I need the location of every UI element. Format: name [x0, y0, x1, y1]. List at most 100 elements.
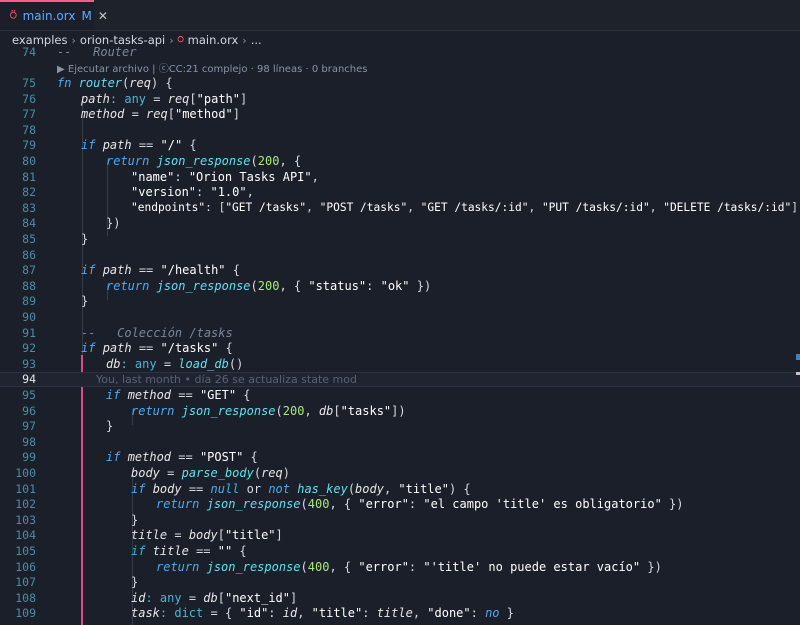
- line-code: return json_response(200, { "status": "o…: [106, 279, 431, 293]
- token: ,: [297, 606, 312, 621]
- code-line[interactable]: 95 if method == "GET" {: [0, 387, 800, 403]
- line-number: 84: [22, 216, 36, 231]
- code-line[interactable]: 77 method = req["method"]: [0, 106, 800, 122]
- token: "POST": [199, 450, 244, 465]
- token: {: [236, 387, 251, 402]
- code-line[interactable]: 92 if path == "/tasks" {: [0, 340, 800, 356]
- token: "title": [398, 481, 449, 496]
- code-line[interactable]: 83 "endpoints": ["GET /tasks", "POST /ta…: [0, 200, 800, 216]
- token: (: [275, 403, 283, 418]
- code-lens[interactable]: ▶ Ejecutar archivo | ⓒCC:21 complejo · 9…: [0, 60, 800, 76]
- code-line[interactable]: 84 }): [0, 216, 800, 232]
- token: =: [124, 107, 147, 122]
- token: "PUT /tasks/:id": [541, 201, 650, 215]
- code-line[interactable]: 103 }: [0, 512, 800, 528]
- code-line[interactable]: 74 -- Router: [0, 44, 800, 60]
- token: "method": [174, 107, 233, 122]
- token: :: [109, 91, 125, 106]
- close-icon[interactable]: ✕: [98, 9, 108, 23]
- token: , {: [279, 278, 309, 293]
- code-line[interactable]: 96 return json_response(200, db["tasks"]…: [0, 403, 800, 419]
- token: ==: [171, 450, 200, 465]
- token: has_key: [297, 481, 348, 496]
- current-line[interactable]: 94 You, last month • día 26 se actualiza…: [0, 371, 800, 388]
- line-number: 94: [22, 372, 36, 387]
- token: , {: [329, 497, 359, 512]
- code-line[interactable]: 106 return json_response(400, { "error":…: [0, 559, 800, 575]
- code-line[interactable]: 85 }: [0, 231, 800, 247]
- code-line[interactable]: 89 }: [0, 294, 800, 310]
- code-line[interactable]: 93 db: any = load_db(): [0, 356, 800, 372]
- scrollbar-marker[interactable]: [796, 354, 800, 360]
- token: (: [253, 465, 262, 480]
- code-line[interactable]: 105 if title == "" {: [0, 543, 800, 559]
- line-code: "endpoints": ["GET /tasks", "POST /tasks…: [131, 201, 798, 214]
- code-line[interactable]: 98: [0, 434, 800, 450]
- code-line[interactable]: 81 "name": "Orion Tasks API",: [0, 169, 800, 185]
- code-line[interactable]: 79 if path == "/" {: [0, 138, 800, 154]
- code-line[interactable]: 88 return json_response(200, { "status":…: [0, 278, 800, 294]
- code-line[interactable]: 99 if method == "POST" {: [0, 450, 800, 466]
- token: title: [131, 528, 168, 543]
- code-lens-text[interactable]: ▶ Ejecutar archivo | ⓒCC:21 complejo · 9…: [57, 60, 367, 75]
- token: ,: [311, 169, 319, 184]
- line-code: -- Router: [57, 44, 137, 59]
- code-line[interactable]: 90: [0, 309, 800, 325]
- code-line[interactable]: 91 -- Colección /tasks: [0, 325, 800, 341]
- token: =: [159, 465, 182, 480]
- line-number: 82: [22, 185, 36, 200]
- code-line[interactable]: 100 body = parse_body(req): [0, 465, 800, 481]
- token: ==: [188, 543, 218, 558]
- token: ]: [275, 528, 283, 543]
- code-line[interactable]: 101 if body == null or not has_key(body,…: [0, 481, 800, 497]
- token: , {: [329, 559, 359, 574]
- code-editor[interactable]: 74 -- Router ▶ Ejecutar archivo | ⓒCC:21…: [0, 44, 800, 625]
- line-code: body = parse_body(req): [131, 466, 290, 480]
- code-line[interactable]: 80 return json_response(200, {: [0, 153, 800, 169]
- code-line[interactable]: 86: [0, 247, 800, 263]
- token: return: [156, 559, 200, 574]
- line-code: }: [131, 575, 139, 590]
- code-line[interactable]: 97 }: [0, 418, 800, 434]
- token: "/tasks": [160, 341, 219, 356]
- code-line[interactable]: 109 task: dict = { "id": id, "title": ti…: [0, 606, 800, 622]
- token: =: [181, 590, 204, 605]
- token: [: [217, 590, 225, 605]
- token: ]: [232, 107, 240, 122]
- code-line[interactable]: 87 if path == "/health" {: [0, 262, 800, 278]
- code-line[interactable]: 78: [0, 122, 800, 138]
- token: db: [203, 590, 218, 605]
- code-line[interactable]: 108 id: any = db["next_id"]: [0, 590, 800, 606]
- line-code: return json_response(200, db["tasks"]): [131, 404, 406, 418]
- line-number: 86: [22, 247, 36, 262]
- scrollbar-marker[interactable]: [796, 372, 800, 375]
- token: :: [120, 356, 135, 371]
- code-line[interactable]: 75 fn router(req) {: [0, 75, 800, 91]
- token: ) {: [150, 75, 173, 90]
- line-number: 98: [22, 434, 36, 449]
- token: parse_body: [181, 465, 254, 480]
- token: ,: [304, 403, 319, 418]
- code-line[interactable]: 82 "version": "1.0",: [0, 184, 800, 200]
- token: {: [243, 450, 258, 465]
- orx-file-icon: ⍥: [10, 9, 17, 22]
- code-line[interactable]: 76 path: any = req["path"]: [0, 91, 800, 107]
- token: if: [131, 481, 146, 496]
- token: (): [228, 356, 244, 371]
- tab-main-orx[interactable]: ⍥ main.orx M ✕: [0, 0, 108, 30]
- line-number: 103: [15, 512, 36, 527]
- code-line[interactable]: 104 title = body["title"]: [0, 528, 800, 544]
- token: method: [127, 450, 172, 465]
- token: "/": [160, 138, 183, 153]
- token: =: [156, 356, 179, 371]
- token: fn: [57, 75, 72, 90]
- token: ,: [412, 606, 428, 621]
- code-line[interactable]: 107 }: [0, 574, 800, 590]
- tab-label: main.orx: [22, 9, 76, 23]
- token: :: [470, 606, 486, 621]
- token: }): [661, 497, 684, 512]
- token: ]): [391, 403, 406, 418]
- token: ==: [131, 138, 161, 153]
- line-number: 85: [22, 231, 36, 246]
- code-line[interactable]: 102 return json_response(400, { "error":…: [0, 496, 800, 512]
